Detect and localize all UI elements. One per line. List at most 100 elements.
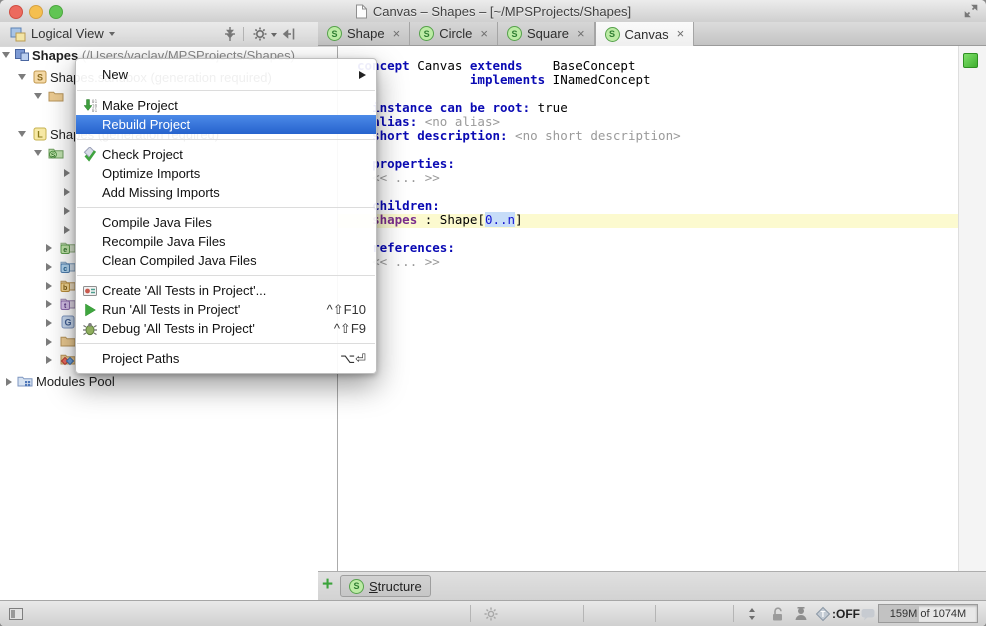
code-segment: : Shape[ bbox=[417, 212, 485, 227]
menu-item-debug-all-tests-in-project[interactable]: Debug 'All Tests in Project'^⇧F9 bbox=[76, 319, 376, 338]
menu-item-label: Add Missing Imports bbox=[102, 185, 366, 200]
code-segment: <no alias> bbox=[417, 114, 500, 129]
menu-item-run-all-tests-in-project[interactable]: Run 'All Tests in Project'^⇧F10 bbox=[76, 300, 376, 319]
tree-collapse-arrow-icon[interactable] bbox=[2, 52, 10, 58]
add-aspect-plus-icon[interactable]: + bbox=[322, 574, 333, 596]
tree-expand-arrow-icon[interactable] bbox=[46, 356, 52, 364]
editor-tab-label: Shape bbox=[347, 26, 385, 41]
memory-indicator[interactable]: 159M of 1074M bbox=[878, 604, 978, 623]
code-line: instance can be root: true bbox=[357, 101, 681, 115]
menu-item-rebuild-project[interactable]: Rebuild Project bbox=[76, 115, 376, 134]
code-segment: Canvas bbox=[410, 58, 470, 73]
gear-dropdown-caret[interactable] bbox=[271, 33, 277, 37]
code-line: << ... >> bbox=[357, 171, 681, 185]
project-icon bbox=[14, 47, 30, 63]
close-tab-icon[interactable]: × bbox=[393, 29, 401, 39]
tree-expand-arrow-icon[interactable] bbox=[46, 319, 52, 327]
folder-icon bbox=[60, 333, 76, 349]
collapse-all-icon[interactable] bbox=[222, 26, 238, 42]
view-selector-label: Logical View bbox=[31, 26, 104, 41]
code-segment: <no short description> bbox=[508, 128, 681, 143]
toolwindow-toggle-icon[interactable] bbox=[8, 606, 24, 622]
mps-window: Canvas – Shapes – [~/MPSProjects/Shapes]… bbox=[0, 0, 986, 626]
menu-item-label: Compile Java Files bbox=[102, 215, 366, 230]
menu-icon-slot-empty bbox=[82, 185, 100, 201]
menu-item-make-project[interactable]: 011001Make Project bbox=[76, 96, 376, 115]
tree-expand-arrow-icon[interactable] bbox=[46, 263, 52, 271]
editor-tab-label: Circle bbox=[439, 26, 472, 41]
menu-icon-slot-empty bbox=[82, 351, 100, 367]
tree-row[interactable]: Modules Pool bbox=[0, 373, 337, 391]
typesystem-state-label[interactable]: :OFF bbox=[832, 607, 860, 621]
background-tasks-gear-icon[interactable] bbox=[483, 606, 499, 622]
menu-icon-slot-empty bbox=[82, 117, 100, 133]
menu-item-optimize-imports[interactable]: Optimize Imports bbox=[76, 164, 376, 183]
menu-item-add-missing-imports[interactable]: Add Missing Imports bbox=[76, 183, 376, 202]
menu-item-check-project[interactable]: Check Project bbox=[76, 145, 376, 164]
tree-expand-arrow-icon[interactable] bbox=[64, 226, 70, 234]
svg-text:S: S bbox=[51, 152, 56, 159]
editor-tab-canvas[interactable]: SCanvas× bbox=[595, 22, 695, 46]
folder-icon bbox=[48, 88, 64, 104]
event-bubble-icon[interactable] bbox=[860, 606, 876, 622]
code-line: references: bbox=[357, 241, 681, 255]
menu-item-label: Rebuild Project bbox=[102, 117, 366, 132]
menu-separator bbox=[77, 275, 375, 276]
tree-expand-arrow-icon[interactable] bbox=[46, 244, 52, 252]
hector-inspector-icon[interactable] bbox=[793, 606, 809, 622]
tree-collapse-arrow-icon[interactable] bbox=[34, 93, 42, 99]
editor-pane[interactable]: concept Canvas extends BaseConcept imple… bbox=[338, 46, 958, 571]
svg-text:L: L bbox=[37, 129, 43, 139]
menu-item-label: Debug 'All Tests in Project' bbox=[102, 321, 322, 336]
menu-item-new[interactable]: New bbox=[76, 64, 376, 85]
menu-item-compile-java-files[interactable]: Compile Java Files bbox=[76, 213, 376, 232]
gear-icon[interactable] bbox=[252, 26, 268, 42]
tree-expand-arrow-icon[interactable] bbox=[64, 169, 70, 177]
aspect-tab-strip: + S Structure bbox=[318, 571, 986, 601]
titlebar: Canvas – Shapes – [~/MPSProjects/Shapes] bbox=[0, 0, 986, 23]
menu-item-project-paths[interactable]: Project Paths⌥⏎ bbox=[76, 349, 376, 368]
hide-panel-icon[interactable] bbox=[282, 26, 298, 42]
menu-item-recompile-java-files[interactable]: Recompile Java Files bbox=[76, 232, 376, 251]
all-checks-passed-badge[interactable] bbox=[963, 53, 978, 68]
view-selector-button[interactable]: Logical View bbox=[6, 24, 119, 43]
close-tab-icon[interactable]: × bbox=[677, 29, 685, 39]
menu-item-clean-compiled-java-files[interactable]: Clean Compiled Java Files bbox=[76, 251, 376, 270]
fullscreen-icon[interactable] bbox=[964, 4, 978, 18]
menu-icon-slot-empty bbox=[82, 234, 100, 250]
concept-icon: S bbox=[349, 579, 364, 594]
code-segment: << ... >> bbox=[372, 254, 440, 269]
menu-icon-slot-empty bbox=[82, 67, 100, 83]
code-segment: true bbox=[530, 100, 568, 115]
code-segment: shapes bbox=[372, 212, 417, 227]
code-line: concept Canvas extends BaseConcept bbox=[357, 59, 681, 73]
svg-text:G: G bbox=[64, 317, 71, 327]
make-project-icon: 011001 bbox=[82, 98, 100, 114]
menu-separator bbox=[77, 207, 375, 208]
tree-collapse-arrow-icon[interactable] bbox=[18, 74, 26, 80]
editor-tab-square[interactable]: SSquare× bbox=[498, 22, 595, 45]
svg-text:T: T bbox=[821, 610, 826, 619]
menu-item-create-all-tests-in-project[interactable]: Create 'All Tests in Project'... bbox=[76, 281, 376, 300]
code-segment: ] bbox=[515, 212, 523, 227]
unlocked-padlock-icon[interactable] bbox=[770, 606, 786, 622]
tree-expand-arrow-icon[interactable] bbox=[64, 188, 70, 196]
typesystem-diamond-icon[interactable]: T bbox=[815, 606, 831, 622]
code-line: alias: <no alias> bbox=[357, 115, 681, 129]
generator-icon: G bbox=[60, 314, 76, 330]
tree-collapse-arrow-icon[interactable] bbox=[34, 150, 42, 156]
tree-collapse-arrow-icon[interactable] bbox=[18, 131, 26, 137]
close-tab-icon[interactable]: × bbox=[577, 29, 585, 39]
tree-expand-arrow-icon[interactable] bbox=[46, 300, 52, 308]
tree-expand-arrow-icon[interactable] bbox=[46, 338, 52, 346]
tree-expand-arrow-icon[interactable] bbox=[64, 207, 70, 215]
menu-separator bbox=[77, 139, 375, 140]
tree-expand-arrow-icon[interactable] bbox=[46, 282, 52, 290]
updown-spinner-icon[interactable] bbox=[744, 606, 760, 622]
editor-tab-circle[interactable]: SCircle× bbox=[410, 22, 498, 45]
tree-expand-arrow-icon[interactable] bbox=[6, 378, 12, 386]
editor-tab-shape[interactable]: SShape× bbox=[318, 22, 410, 45]
menu-item-label: Clean Compiled Java Files bbox=[102, 253, 366, 268]
tab-structure[interactable]: S Structure bbox=[340, 575, 431, 597]
close-tab-icon[interactable]: × bbox=[480, 29, 488, 39]
